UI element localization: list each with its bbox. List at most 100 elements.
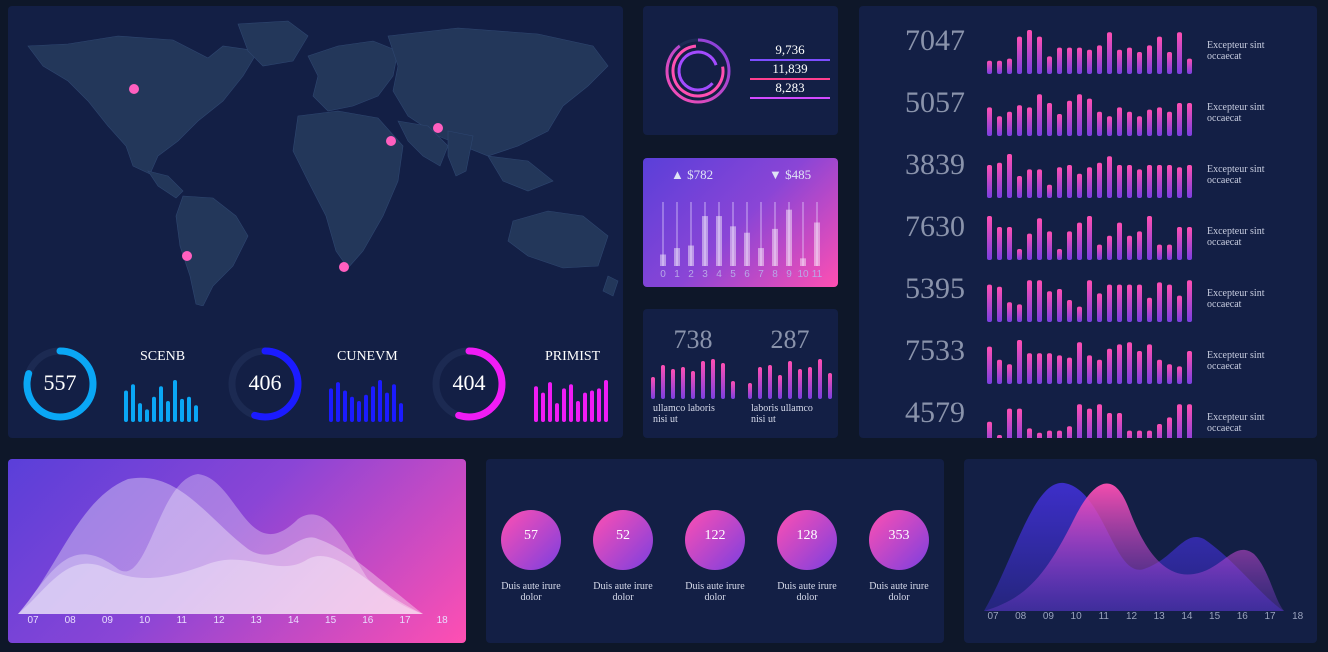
kpi-bubble[interactable]: 122 <box>685 510 745 570</box>
x-axis-label: 18 <box>1292 611 1304 622</box>
area-panel-left: 07 08 09 10 11 12 13 14 15 16 17 18 <box>8 459 466 643</box>
stat-bar <box>1087 280 1092 322</box>
stat-bar <box>1077 94 1082 136</box>
stat-bar <box>997 60 1002 74</box>
stat-bar <box>1137 169 1142 198</box>
dual-left-value: 738 <box>673 325 713 354</box>
stat-bar <box>1027 107 1032 136</box>
candle-panel: ▲ $782 ▼ $485 0 1 2 3 4 5 6 7 8 9 10 11 <box>643 158 838 287</box>
stat-bar <box>1077 404 1082 438</box>
stat-value: 7630 <box>905 210 965 243</box>
stat-bar <box>1177 227 1182 260</box>
stat-bar <box>1137 351 1142 384</box>
stat-caption: Excepteur sint occaecat <box>1207 412 1265 434</box>
dual-bar <box>651 377 655 399</box>
stat-value: 4579 <box>905 396 965 429</box>
stat-bar <box>1007 364 1012 384</box>
bubble-caption: Duis aute irure dolor <box>777 581 837 603</box>
bubble-caption: Duis aute irure dolor <box>593 581 653 603</box>
stat-bar <box>1157 107 1162 136</box>
kpi-bubble[interactable]: 353 <box>869 510 929 570</box>
dual-bar <box>731 381 735 399</box>
stat-bar <box>1007 58 1012 74</box>
candle-body <box>730 226 736 266</box>
stat-bar <box>1127 47 1132 74</box>
stat-bars <box>987 280 1192 322</box>
x-axis-label: 13 <box>1153 611 1165 622</box>
stat-bars <box>987 340 1192 384</box>
kpi-bubble[interactable]: 52 <box>593 510 653 570</box>
stat-bar <box>1027 353 1032 384</box>
stat-bar <box>1057 355 1062 384</box>
stat-bar <box>1117 284 1122 322</box>
stat-bar <box>1117 344 1122 384</box>
stat-bar <box>1027 428 1032 438</box>
gauge-bar <box>364 394 368 422</box>
stat-bar <box>987 346 992 384</box>
stat-bar <box>1107 348 1112 384</box>
candle-body <box>744 232 750 266</box>
x-axis-label: 16 <box>362 615 374 626</box>
stat-bar <box>1067 426 1072 438</box>
stat-bar <box>1187 351 1192 384</box>
dual-bar <box>748 383 752 399</box>
candle-x-label: 3 <box>702 269 708 280</box>
map-marker[interactable] <box>182 251 192 261</box>
stat-bar <box>1137 116 1142 136</box>
kpi-bubble[interactable]: 57 <box>501 510 561 570</box>
map-marker[interactable] <box>129 84 139 94</box>
stat-bars <box>987 30 1192 74</box>
stat-bar <box>1017 340 1022 384</box>
gauge-title: CUNEVM <box>337 349 398 364</box>
stat-bar <box>997 435 1002 438</box>
ring-divider <box>750 97 830 99</box>
stat-bar <box>1087 98 1092 136</box>
candle-x-label: 1 <box>674 269 680 280</box>
stat-bar <box>1127 342 1132 384</box>
gauge-bar <box>378 380 382 422</box>
stat-bar <box>1187 227 1192 260</box>
map-marker[interactable] <box>433 123 443 133</box>
stat-bar <box>997 162 1002 198</box>
stat-bar <box>1107 32 1112 74</box>
candle-x-label: 4 <box>716 269 722 280</box>
kpi-bubble[interactable]: 128 <box>777 510 837 570</box>
stat-bar <box>1147 45 1152 74</box>
dual-bar <box>701 361 705 399</box>
stat-bars <box>987 404 1192 438</box>
stat-value: 7047 <box>905 24 965 57</box>
candle-chart: 0 1 2 3 4 5 6 7 8 9 10 11 <box>660 202 823 280</box>
x-axis-label: 17 <box>399 615 411 626</box>
stat-bar <box>1077 222 1082 260</box>
stat-bar <box>1047 184 1052 198</box>
dual-left-bars <box>651 359 735 399</box>
stat-value: 5057 <box>905 86 965 119</box>
stat-bar <box>1097 244 1102 260</box>
map-marker[interactable] <box>339 262 349 272</box>
stat-bar <box>1007 408 1012 438</box>
dual-bar <box>661 365 665 399</box>
gauge-bar <box>194 405 198 422</box>
x-axis-label: 18 <box>436 615 448 626</box>
stat-bar <box>1027 233 1032 260</box>
stat-bar <box>1057 114 1062 136</box>
stat-bar <box>1187 103 1192 136</box>
gauge-bar <box>604 380 608 422</box>
gauge-bar <box>124 390 128 422</box>
stat-bar <box>1097 162 1102 198</box>
stat-bar <box>1057 47 1062 74</box>
gauge-value: 404 <box>452 370 486 395</box>
stat-bar <box>1127 284 1132 322</box>
gauge-bar <box>562 388 566 422</box>
dual-bar <box>788 361 792 399</box>
stat-bar <box>1157 359 1162 384</box>
stat-bar <box>987 107 992 136</box>
map-marker[interactable] <box>386 136 396 146</box>
ring-value: 8,283 <box>775 80 805 95</box>
stat-bar <box>1037 218 1042 260</box>
stat-bar <box>987 284 992 322</box>
dual-right-caption: laboris ullamco nisi ut <box>751 403 813 425</box>
stat-bar <box>1097 359 1102 384</box>
stat-bar <box>1037 36 1042 74</box>
map-panel: 557 SCENB 406 CUNEVM 404 PRIMIST <box>8 6 623 438</box>
